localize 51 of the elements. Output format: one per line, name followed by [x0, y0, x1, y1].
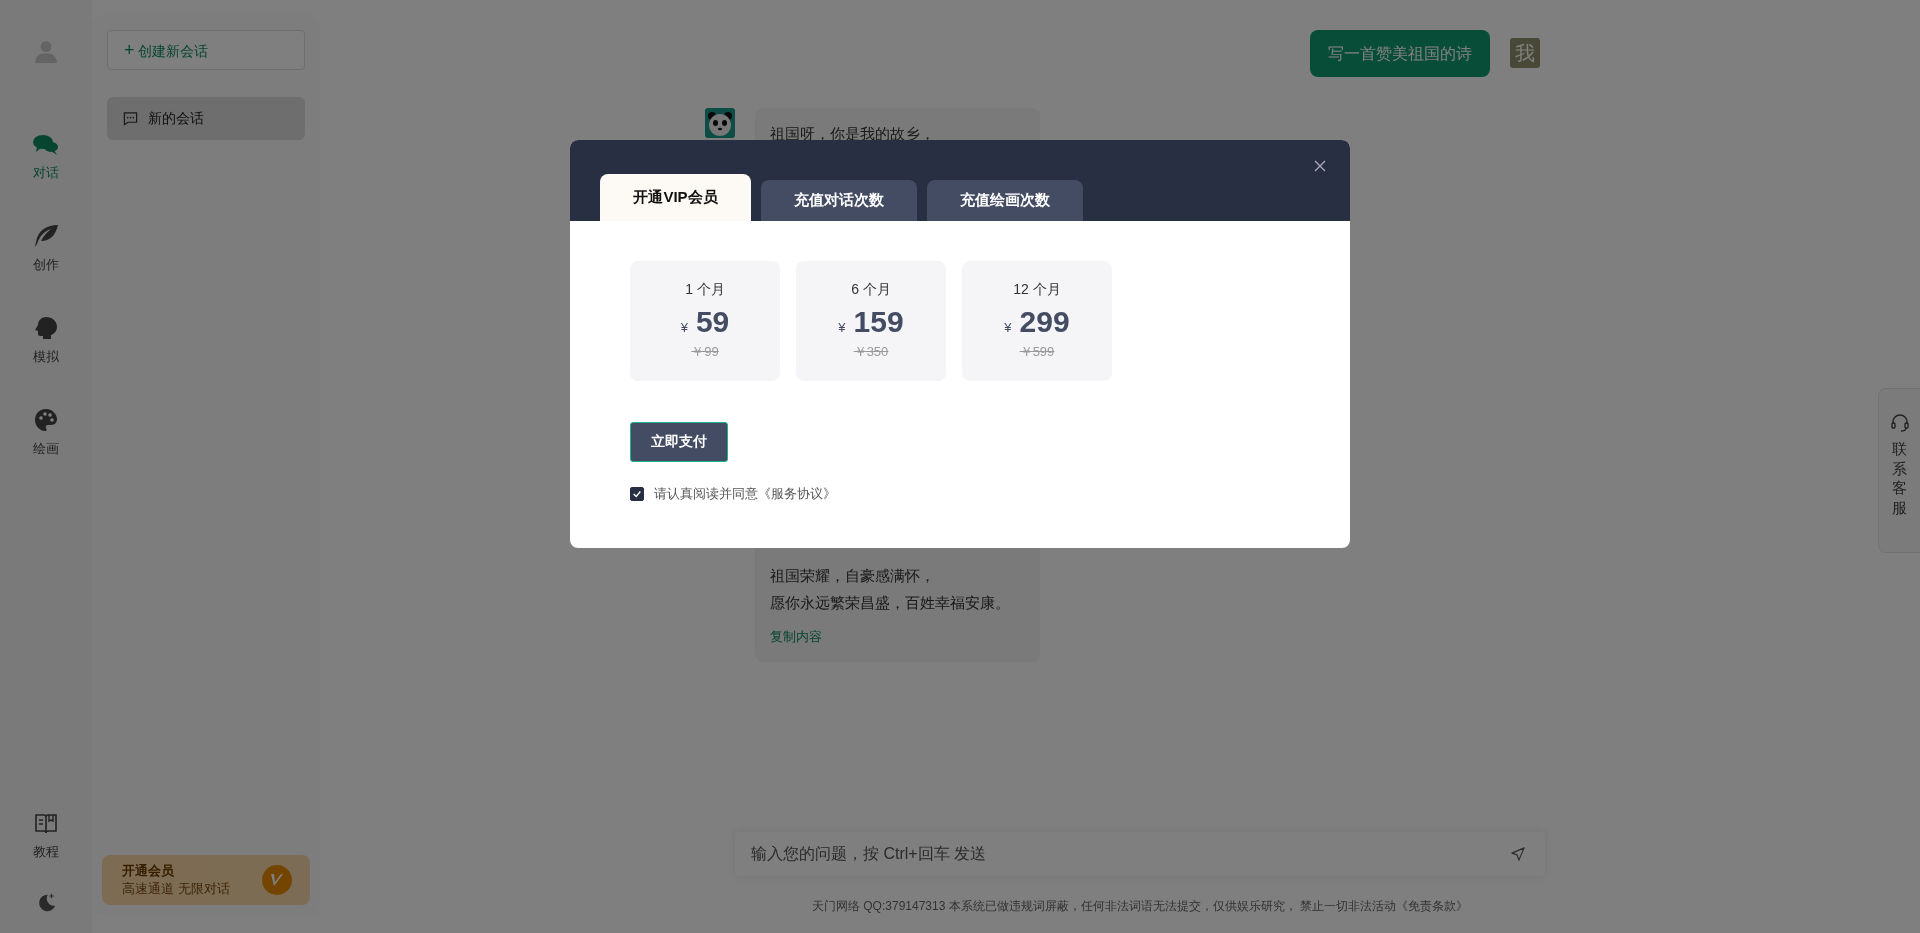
currency-sign: ¥: [1004, 320, 1012, 335]
close-icon[interactable]: [1314, 160, 1326, 172]
promo-subtitle: 高速通道 无限对话: [122, 880, 230, 898]
promo-title: 开通会员: [122, 862, 176, 880]
new-chat-button[interactable]: + 创建新会话: [107, 30, 305, 70]
conversation-item[interactable]: 新的会话: [107, 97, 305, 140]
plan-price: 59: [695, 305, 730, 339]
nav-item[interactable]: 模拟: [33, 316, 60, 366]
head-profile-icon: [34, 316, 59, 340]
vip-badge-icon: [262, 865, 292, 895]
user-avatar: 我: [1510, 38, 1540, 68]
dialog-tab[interactable]: 开通VIP会员: [600, 174, 751, 221]
chat-bubbles-icon: [33, 134, 60, 156]
nav-item[interactable]: 教程: [33, 813, 60, 861]
currency-sign: ¥: [680, 320, 688, 335]
currency-sign: ¥: [838, 320, 846, 335]
send-icon[interactable]: [1511, 847, 1525, 861]
check-icon: [632, 489, 642, 499]
plan-period: 12 个月: [1013, 281, 1061, 299]
nav-item[interactable]: 创作: [33, 224, 60, 274]
copy-link[interactable]: 复制内容: [770, 628, 1025, 646]
plan-card[interactable]: 12 个月 ¥ 299 ￥599: [962, 261, 1112, 381]
poem-line: 祖国荣耀，自豪感满怀，: [770, 566, 936, 586]
agreement-checkbox[interactable]: [630, 487, 644, 501]
book-icon: [34, 813, 59, 835]
poem-line: 愿你永远繁荣昌盛，百姓幸福安康。: [770, 593, 1011, 613]
dialog-tab[interactable]: 充值绘画次数: [927, 180, 1083, 221]
pay-button[interactable]: 立即支付: [630, 422, 728, 462]
plan-price: 159: [853, 305, 904, 339]
plan-card[interactable]: 6 个月 ¥ 159 ￥350: [796, 261, 946, 381]
agreement-text: 请认真阅读并同意《服务协议》: [654, 485, 836, 503]
nav-item[interactable]: 对话: [33, 134, 60, 182]
panda-avatar-icon: [705, 108, 735, 138]
feather-icon: [33, 224, 60, 248]
message-icon: [123, 111, 139, 126]
headset-icon: [1889, 413, 1910, 433]
original-price: ￥99: [691, 343, 719, 361]
plan-card[interactable]: 1 个月 ¥ 59 ￥99: [630, 261, 780, 381]
original-price: ￥599: [1019, 343, 1055, 361]
plan-period: 1 个月: [685, 281, 725, 299]
plan-period: 6 个月: [851, 281, 891, 299]
dialog-tab[interactable]: 充值对话次数: [761, 180, 917, 221]
palette-icon: [34, 408, 59, 432]
vip-promo-card[interactable]: 开通会员 高速通道 无限对话: [102, 855, 310, 905]
plan-price: 299: [1019, 305, 1070, 339]
nav-item[interactable]: 绘画: [33, 408, 60, 458]
user-message: 写一首赞美祖国的诗: [1310, 30, 1490, 77]
question-input[interactable]: 输入您的问题，按 Ctrl+回车 发送: [749, 844, 1511, 864]
footer-disclaimer: 天门网络 QQ:379147313 本系统已做违规词屏蔽，任何非法词语无法提交，仅供娱乐研究， 禁止一切非法活动《免责条款》: [811, 898, 1469, 915]
contact-service-tab[interactable]: 联系客服: [1878, 388, 1920, 553]
original-price: ￥350: [853, 343, 889, 361]
